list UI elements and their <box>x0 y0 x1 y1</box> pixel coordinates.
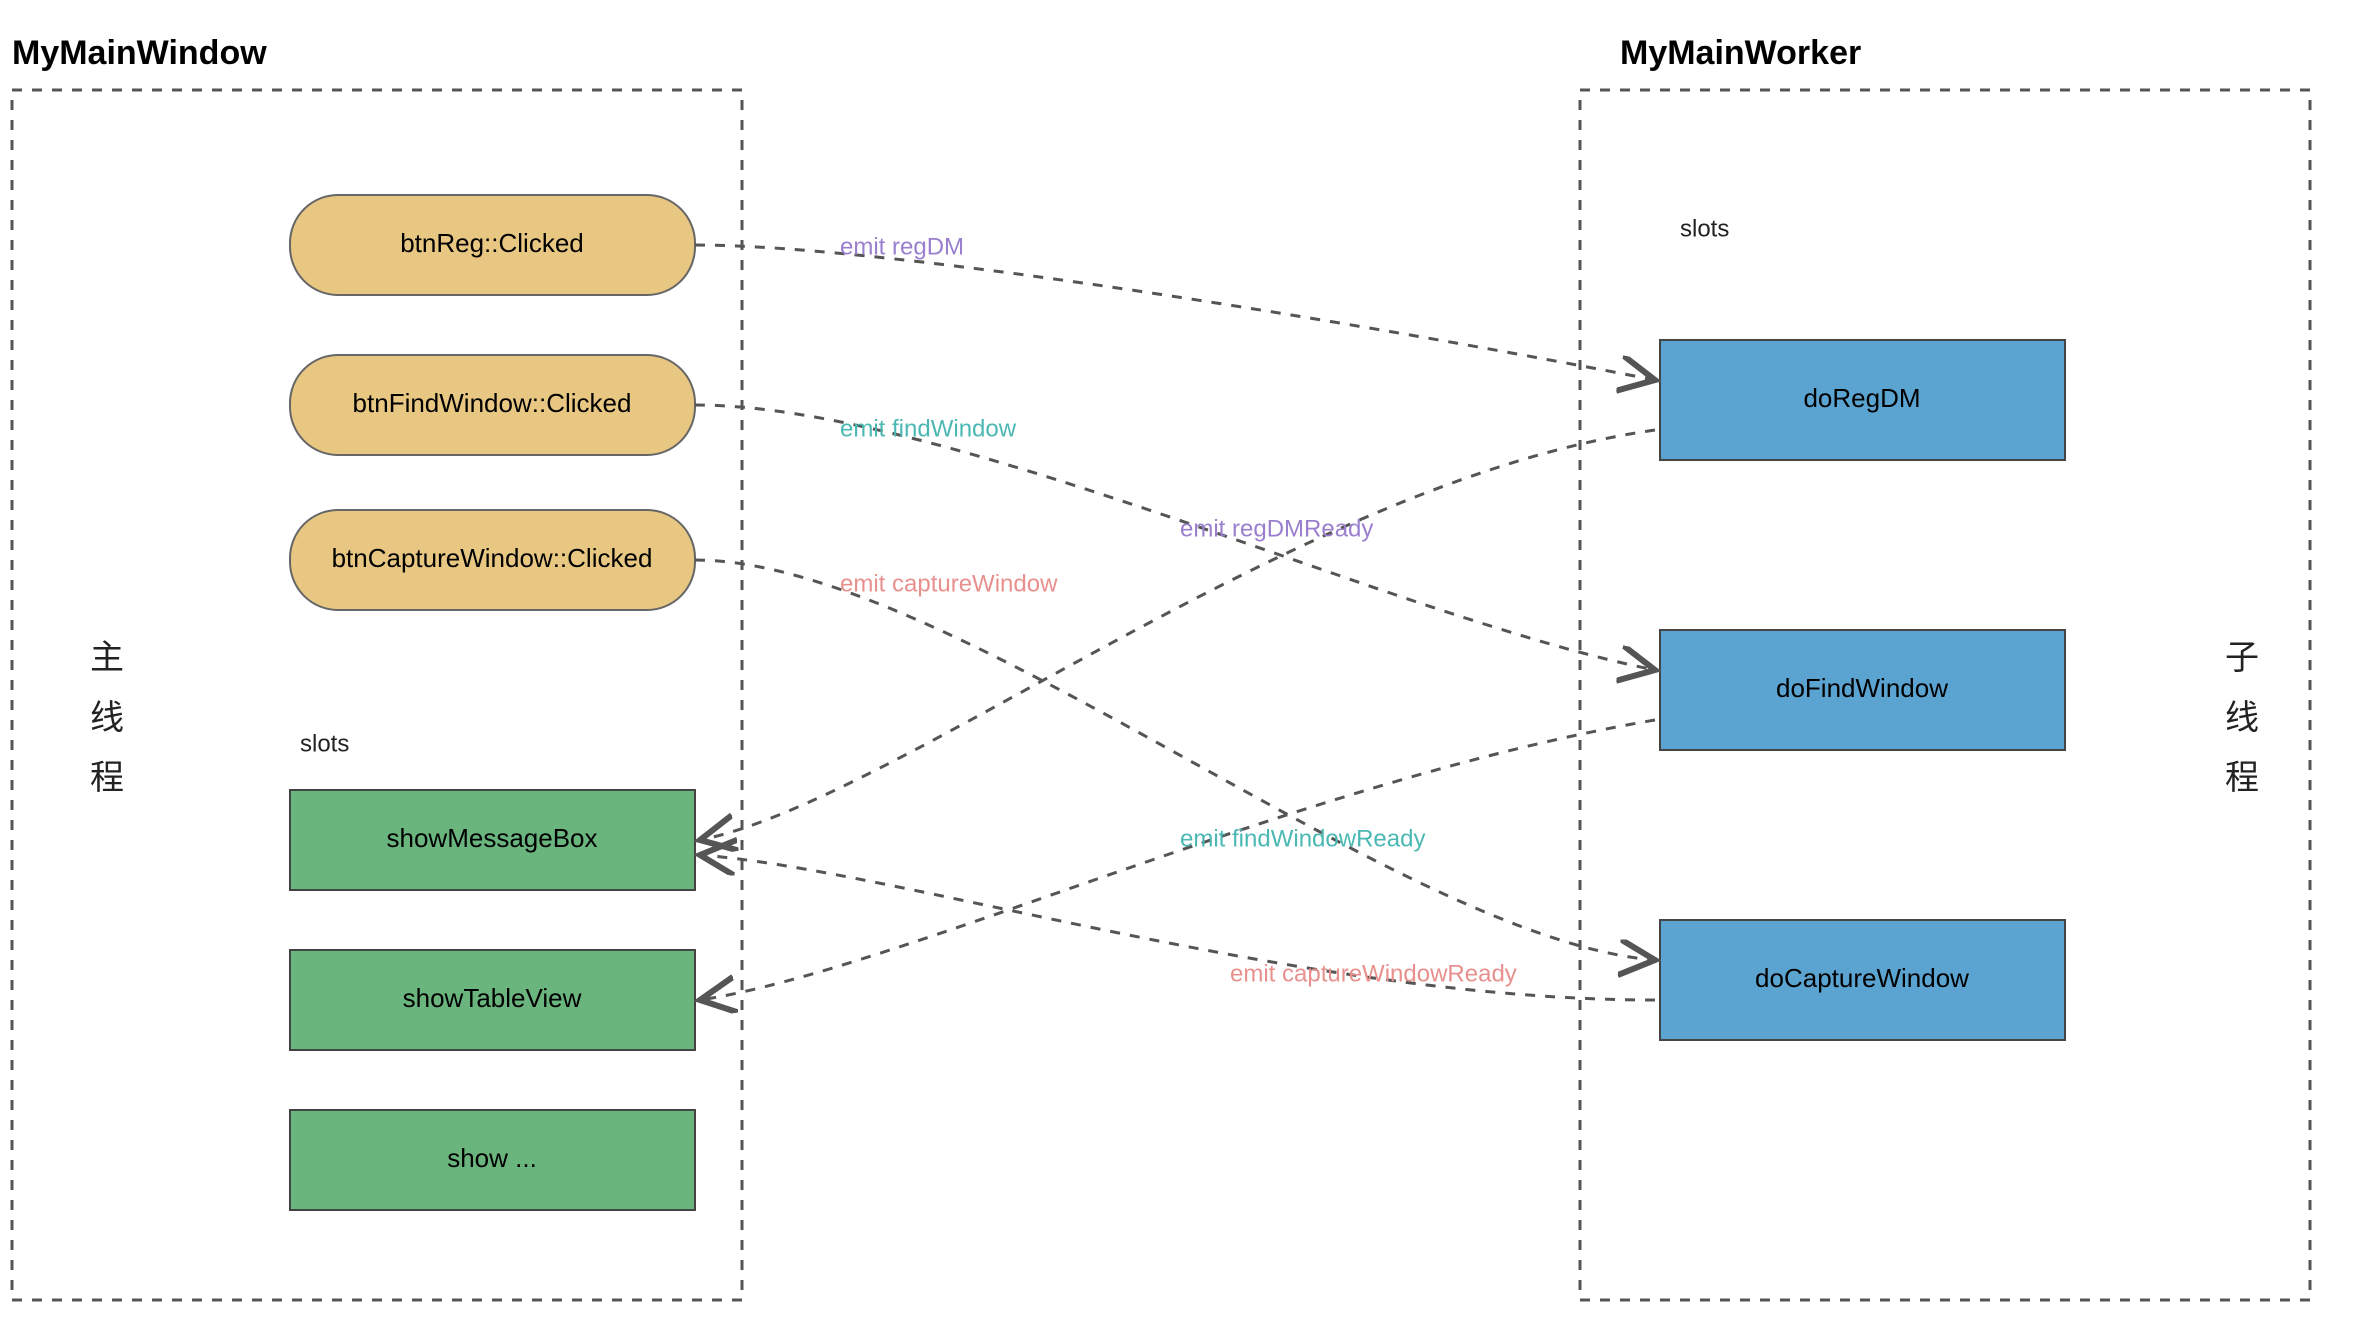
emit-capturewindowready-label: emit captureWindowReady <box>1230 960 1517 987</box>
slot-more-label: show ... <box>447 1143 537 1173</box>
slot-msgbox-label: showMessageBox <box>387 823 598 853</box>
arrow-regdm <box>695 245 1655 380</box>
left-cn-3: 程 <box>90 759 124 797</box>
emit-findwindow-label: emit findWindow <box>840 415 1017 442</box>
left-cn-1: 主 <box>90 639 124 677</box>
right-cn-1: 子 <box>2225 639 2259 677</box>
emit-findwindowready-label: emit findWindowReady <box>1180 825 1425 852</box>
right-slots-label: slots <box>1680 215 1729 242</box>
emit-regdm-label: emit regDM <box>840 233 964 260</box>
left-title: MyMainWindow <box>12 34 267 72</box>
right-cn-2: 线 <box>2225 699 2259 737</box>
right-cn-3: 程 <box>2225 759 2259 797</box>
arrow-capturewindow <box>695 560 1655 960</box>
arrow-regdmready <box>700 430 1655 840</box>
slot-table-label: showTableView <box>403 983 582 1013</box>
left-cn-2: 线 <box>90 699 124 737</box>
btn-reg-label: btnReg::Clicked <box>400 228 584 258</box>
left-slots-label: slots <box>300 730 349 757</box>
slot-findwin-label: doFindWindow <box>1776 673 1948 703</box>
arrow-findwindow <box>695 405 1655 670</box>
slot-capturewin-label: doCaptureWindow <box>1755 963 1969 993</box>
slot-regdm-label: doRegDM <box>1803 383 1920 413</box>
arrow-findwindowready <box>700 720 1655 1000</box>
btn-capture-label: btnCaptureWindow::Clicked <box>332 543 653 573</box>
emit-regdmready-label: emit regDMReady <box>1180 515 1373 542</box>
btn-find-label: btnFindWindow::Clicked <box>353 388 632 418</box>
right-title: MyMainWorker <box>1620 34 1861 72</box>
emit-capturewindow-label: emit captureWindow <box>840 570 1058 597</box>
